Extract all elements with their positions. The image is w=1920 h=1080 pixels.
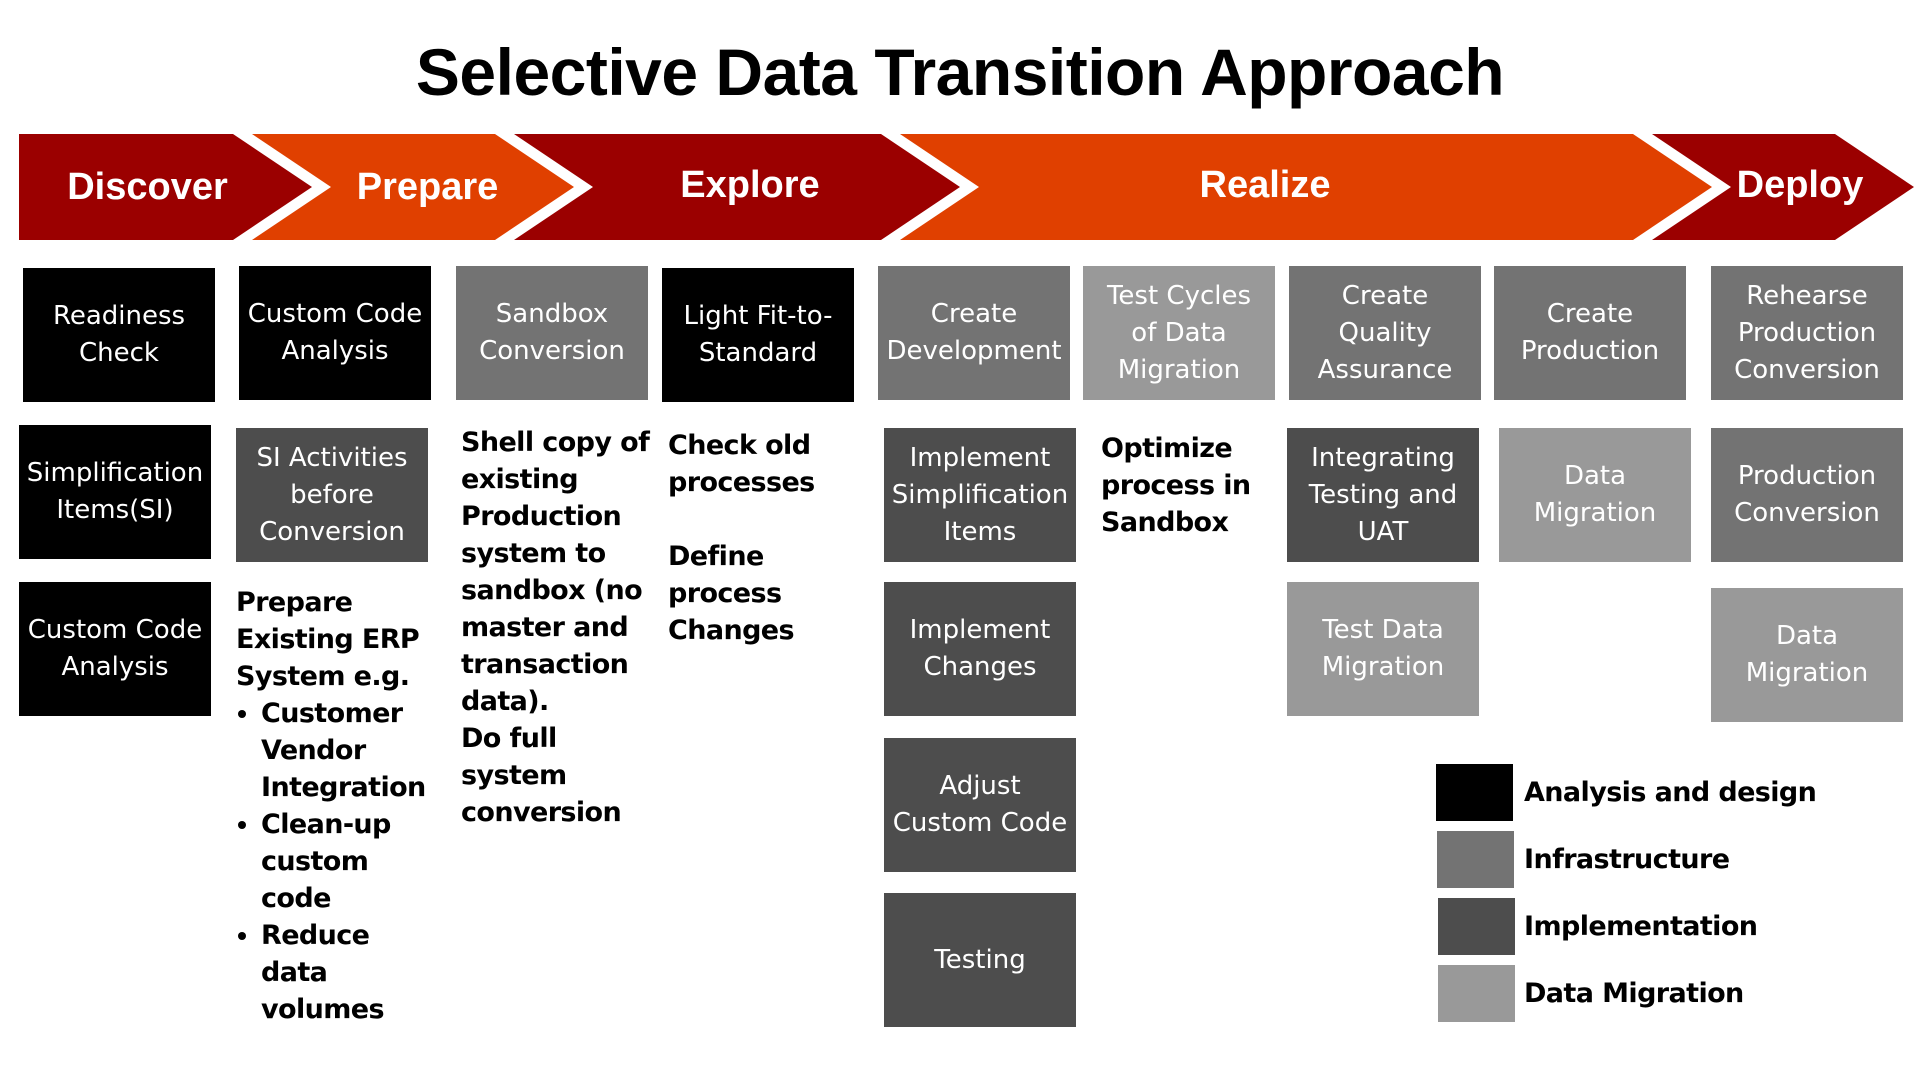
phase-band bbox=[19, 134, 1914, 240]
note-sandbox: Shell copy of existing Production system… bbox=[461, 424, 666, 831]
phase-label-realize: Realize bbox=[1199, 164, 1331, 206]
box-sandbox-conversion: Sandbox Conversion bbox=[456, 266, 648, 400]
legend-swatch-analysis bbox=[1436, 764, 1513, 821]
box-production-conversion: Production Conversion bbox=[1711, 428, 1903, 562]
box-adjust-custom-code: Adjust Custom Code bbox=[884, 738, 1076, 872]
box-light-fit-to-standard: Light Fit-to- Standard bbox=[662, 268, 854, 402]
note-prepare: Prepare Existing ERP System e.g. Custome… bbox=[236, 584, 436, 1028]
note-prepare-list: Customer Vendor Integration Clean-up cus… bbox=[236, 695, 436, 1028]
legend-label-implementation: Implementation bbox=[1524, 911, 1758, 942]
note-explore-line2: Define process Changes bbox=[668, 541, 795, 646]
box-custom-code-analysis-prepare: Custom Code Analysis bbox=[239, 266, 431, 400]
box-testing: Testing bbox=[884, 893, 1076, 1027]
phase-label-explore: Explore bbox=[680, 164, 820, 206]
box-integrating-testing-uat: Integrating Testing and UAT bbox=[1287, 428, 1479, 562]
phase-label-prepare: Prepare bbox=[356, 166, 499, 208]
box-implement-changes: Implement Changes bbox=[884, 582, 1076, 716]
note-prepare-bullet: Clean-up custom code bbox=[261, 806, 436, 917]
box-implement-simplification-items: Implement Simplification Items bbox=[884, 428, 1076, 562]
legend-swatch-infrastructure bbox=[1437, 831, 1514, 888]
box-create-development: Create Development bbox=[878, 266, 1070, 400]
legend-label-infrastructure: Infrastructure bbox=[1524, 844, 1730, 875]
legend-label-data-migration: Data Migration bbox=[1524, 978, 1744, 1009]
note-realize-line1: Optimize process in Sandbox bbox=[1101, 433, 1251, 538]
note-prepare-bullet: Reduce data volumes bbox=[261, 917, 436, 1028]
box-si-activities: SI Activities before Conversion bbox=[236, 428, 428, 562]
box-data-migration-deploy: Data Migration bbox=[1711, 588, 1903, 722]
note-explore-line1: Check old processes bbox=[668, 430, 815, 498]
box-data-migration-production: Data Migration bbox=[1499, 428, 1691, 562]
box-create-quality-assurance: Create Quality Assurance bbox=[1289, 266, 1481, 400]
box-test-cycles-data-migration: Test Cycles of Data Migration bbox=[1083, 266, 1275, 400]
note-sandbox-line2: Do full system conversion bbox=[461, 723, 622, 828]
note-prepare-bullet: Customer Vendor Integration bbox=[261, 695, 436, 806]
note-explore: Check old processes Define process Chang… bbox=[668, 427, 880, 649]
box-custom-code-analysis-discover: Custom Code Analysis bbox=[19, 582, 211, 716]
legend-label-analysis: Analysis and design bbox=[1524, 777, 1817, 808]
legend-swatch-implementation bbox=[1438, 898, 1515, 955]
phase-label-deploy: Deploy bbox=[1736, 164, 1864, 206]
legend-swatch-data-migration bbox=[1438, 965, 1515, 1022]
note-prepare-intro: Prepare Existing ERP System e.g. bbox=[236, 587, 420, 692]
note-realize: Optimize process in Sandbox bbox=[1101, 430, 1261, 541]
box-test-data-migration: Test Data Migration bbox=[1287, 582, 1479, 716]
phase-label-discover: Discover bbox=[67, 166, 228, 208]
box-rehearse-production-conversion: Rehearse Production Conversion bbox=[1711, 266, 1903, 400]
note-explore-spacer bbox=[668, 501, 880, 538]
box-readiness-check: Readiness Check bbox=[23, 268, 215, 402]
box-simplification-items: Simplification Items(SI) bbox=[19, 425, 211, 559]
box-create-production: Create Production bbox=[1494, 266, 1686, 400]
note-sandbox-line1: Shell copy of existing Production system… bbox=[461, 427, 650, 717]
